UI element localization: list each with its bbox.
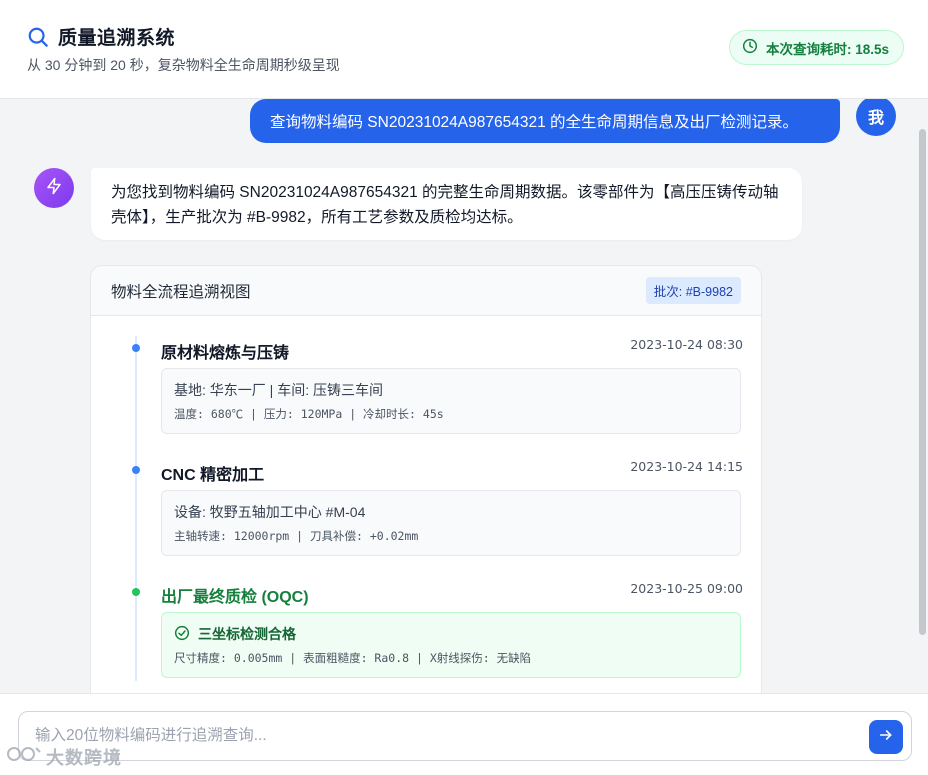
check-circle-icon bbox=[174, 625, 198, 644]
batch-tag: 批次: #B-9982 bbox=[645, 277, 741, 304]
arrow-right-icon bbox=[878, 727, 894, 748]
step-time: 2023-10-24 14:15 bbox=[630, 459, 743, 474]
step-detail: 基地: 华东一厂 | 车间: 压铸三车间 温度: 680℃ | 压力: 120M… bbox=[161, 368, 741, 434]
trace-card-header: 物料全流程追溯视图 批次: #B-9982 bbox=[91, 266, 761, 316]
timeline-line bbox=[135, 336, 137, 681]
step-detail-main: 三坐标检测合格 bbox=[174, 624, 728, 644]
input-area bbox=[0, 693, 928, 775]
lightning-icon bbox=[45, 177, 63, 200]
timeline-dot bbox=[132, 466, 140, 474]
watermark: 大数跨境 bbox=[6, 743, 122, 770]
step-name: 出厂最终质检 (OQC) bbox=[161, 589, 309, 606]
timeline-dot bbox=[132, 588, 140, 596]
send-button[interactable] bbox=[869, 720, 903, 754]
user-message: 查询物料编码 SN20231024A987654321 的全生命周期信息及出厂检… bbox=[250, 99, 840, 143]
search-icon bbox=[27, 26, 49, 48]
trace-card-title: 物料全流程追溯视图 bbox=[111, 283, 251, 301]
step-detail: 三坐标检测合格 尺寸精度: 0.005mm | 表面粗糙度: Ra0.8 | X… bbox=[161, 612, 741, 678]
clock-icon bbox=[742, 38, 766, 57]
watermark-logo-icon bbox=[6, 743, 46, 770]
app-subtitle: 从 30 分钟到 20 秒，复杂物料全生命周期秒级呈现 bbox=[27, 57, 340, 73]
title-row: 质量追溯系统 bbox=[27, 23, 175, 50]
step-detail-params: 尺寸精度: 0.005mm | 表面粗糙度: Ra0.8 | X射线探伤: 无缺… bbox=[174, 651, 532, 665]
step-name: CNC 精密加工 bbox=[161, 467, 265, 484]
step-detail: 设备: 牧野五轴加工中心 #M-04 主轴转速: 12000rpm | 刀具补偿… bbox=[161, 490, 741, 556]
app-title: 质量追溯系统 bbox=[58, 28, 176, 49]
step-detail-params: 温度: 680℃ | 压力: 120MPa | 冷却时长: 45s bbox=[174, 407, 444, 421]
step-detail-main: 基地: 华东一厂 | 车间: 压铸三车间 bbox=[174, 382, 383, 398]
step-detail-params: 主轴转速: 12000rpm | 刀具补偿: +0.02mm bbox=[174, 529, 419, 543]
timeline-dot bbox=[132, 344, 140, 352]
bot-message: 为您找到物料编码 SN20231024A987654321 的完整生命周期数据。… bbox=[91, 168, 802, 240]
chat-scrollbar[interactable] bbox=[916, 99, 928, 693]
step-time: 2023-10-25 09:00 bbox=[630, 581, 743, 596]
oqc-result-text: 三坐标检测合格 bbox=[198, 626, 296, 642]
watermark-text: 大数跨境 bbox=[46, 747, 122, 768]
chat-area[interactable]: 查询物料编码 SN20231024A987654321 的全生命周期信息及出厂检… bbox=[0, 99, 928, 693]
bot-avatar bbox=[34, 168, 74, 208]
material-code-input[interactable] bbox=[35, 712, 865, 760]
app-header: 质量追溯系统 从 30 分钟到 20 秒，复杂物料全生命周期秒级呈现 本次查询耗… bbox=[0, 0, 928, 99]
query-time-badge: 本次查询耗时: 18.5s bbox=[728, 30, 904, 65]
user-message-text: 查询物料编码 SN20231024A987654321 的全生命周期信息及出厂检… bbox=[270, 114, 799, 131]
chat-scrollbar-thumb[interactable] bbox=[919, 129, 926, 635]
query-input-box bbox=[18, 711, 912, 761]
user-avatar: 我 bbox=[856, 99, 896, 136]
step-time: 2023-10-24 08:30 bbox=[630, 337, 743, 352]
step-name: 原材料熔炼与压铸 bbox=[161, 345, 290, 362]
trace-card: 物料全流程追溯视图 批次: #B-9982 原材料熔炼与压铸 2023-10-2… bbox=[90, 265, 762, 693]
step-detail-main: 设备: 牧野五轴加工中心 #M-04 bbox=[174, 504, 366, 520]
query-time-text: 本次查询耗时: 18.5s bbox=[765, 41, 889, 57]
